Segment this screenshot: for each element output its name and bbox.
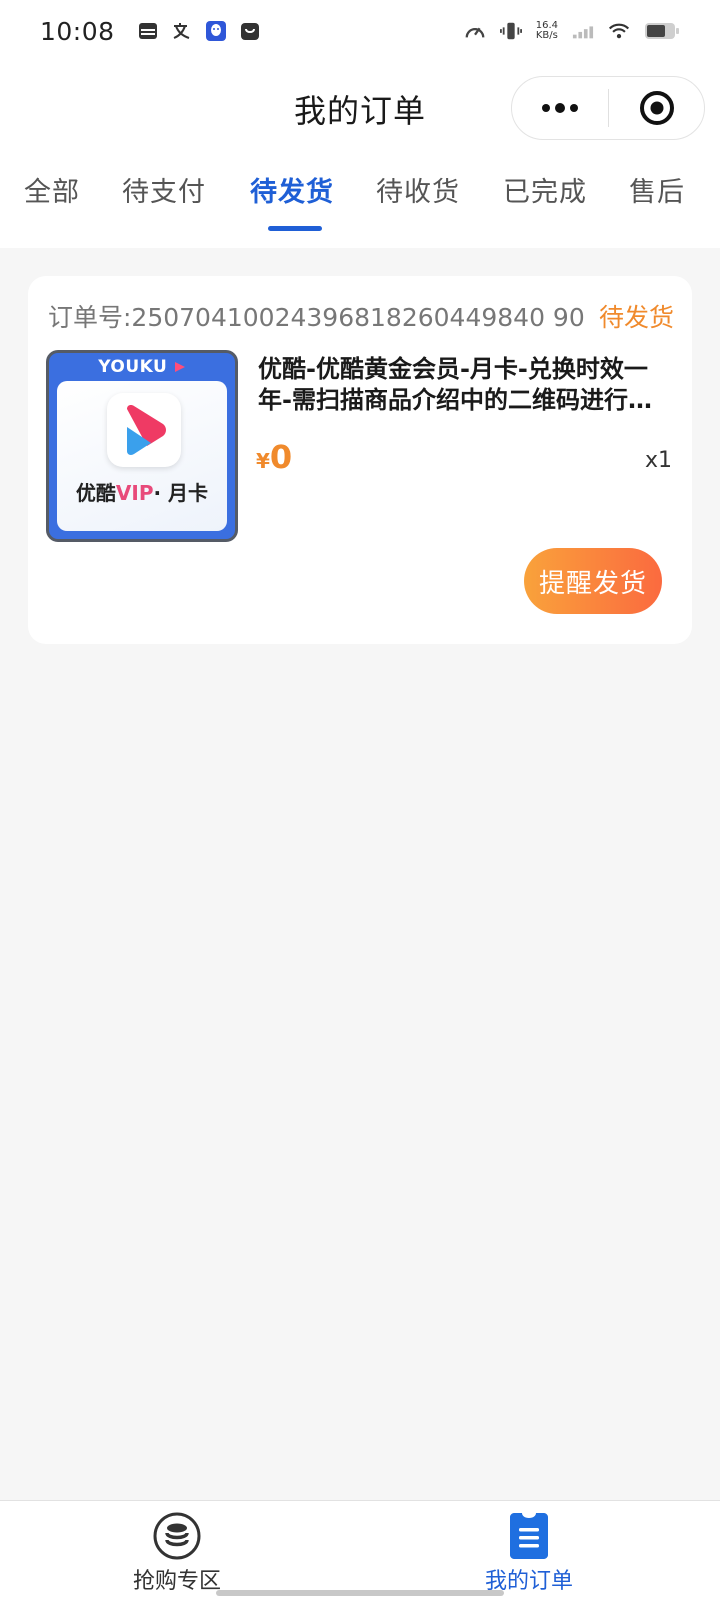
tab-all[interactable]: 全部 [24,170,80,209]
thumb-label: 优酷VIP· 月卡 [57,477,227,506]
thumb-label-vip: VIP [115,481,154,505]
status-right: 16.4 KB/s [464,20,680,42]
status-time: 10:08 [40,16,115,46]
youku-mini-icon [174,362,185,372]
mini-program-capsule [511,76,705,140]
youku-app-icon [107,393,181,467]
tab-after-sales[interactable]: 售后 [629,170,685,209]
more-dots-icon [542,103,578,113]
vibrate-icon [499,20,522,42]
order-status: 待发货 [598,303,674,332]
qq-icon [205,20,227,42]
order-card[interactable]: 订单号:25070410024396818260449840 90 待发货 YO… [28,276,692,644]
thumb-card: 优酷VIP· 月卡 [57,381,227,531]
product-quantity: x1 [644,448,672,473]
price-currency: ¥ [256,449,270,473]
header: 我的订单 [0,62,720,154]
status-left: 10:08 [40,17,261,46]
card-icon [137,20,159,42]
home-indicator[interactable] [216,1590,504,1596]
translate-icon [171,20,193,42]
order-number: 订单号:25070410024396818260449840 90 [48,303,585,332]
price-amount: 0 [269,438,293,476]
battery-icon [644,20,680,42]
orders-icon [510,1513,548,1559]
signal-icon [572,20,594,42]
thumb-label-prefix: 优酷 [75,481,116,505]
net-speed-unit: KB/s [535,30,558,41]
tab-pending-receipt[interactable]: 待收货 [376,170,460,209]
product-thumbnail[interactable]: YOUKU 优酷VIP· 月卡 [46,350,238,542]
tab-pending-shipment[interactable]: 待发货 [250,170,334,209]
thumb-brand-text: YOUKU [98,357,168,377]
product-price: ¥0 [256,438,292,476]
shopping-bag-icon [239,20,261,42]
remind-shipment-button[interactable]: 提醒发货 [524,548,662,614]
product-title: 优酷-优酷黄金会员-月卡-兑换时效一年-需扫描商品介绍中的二维码进行兑换 [258,355,652,414]
tab-completed[interactable]: 已完成 [503,170,587,209]
order-tabs: 全部 待支付 待发货 待收货 已完成 售后 [0,154,720,248]
status-bar: 10:08 16.4 KB/s [0,0,720,62]
thumb-label-suffix: · 月卡 [153,481,209,505]
youku-brand-logo: YOUKU [49,357,235,377]
speedometer-icon [464,20,486,42]
net-speed: 16.4 KB/s [536,21,558,41]
nav-my-orders[interactable]: 我的订单 [439,1501,619,1600]
target-close-icon [639,91,674,125]
nav-flash-sale[interactable]: 抢购专区 [87,1501,267,1600]
tab-pending-payment[interactable]: 待支付 [122,170,206,209]
wifi-icon [608,20,630,42]
close-mini-program-button[interactable] [609,77,704,139]
active-tab-indicator [268,226,322,231]
more-button[interactable] [512,77,608,139]
bottom-nav: 抢购专区 我的订单 [0,1500,720,1600]
coins-icon [153,1512,201,1560]
